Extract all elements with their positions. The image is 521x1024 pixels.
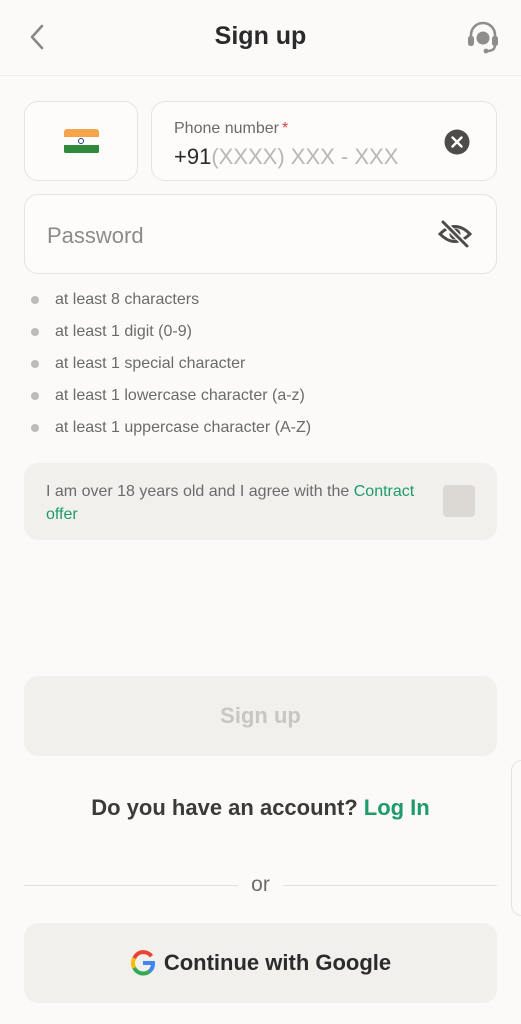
bullet-icon <box>31 424 39 432</box>
or-divider-text: or <box>251 873 270 896</box>
password-field[interactable]: Password <box>24 194 497 274</box>
bullet-icon <box>31 296 39 304</box>
phone-number-input[interactable]: +91(XXXX) XXX - XXX <box>174 144 398 170</box>
account-prompt: Do you have an account? Log In <box>91 795 430 820</box>
agreement-checkbox[interactable] <box>443 485 475 517</box>
bullet-icon <box>31 328 39 336</box>
sign-up-button[interactable]: Sign up <box>24 676 497 756</box>
password-rules-list: at least 8 characters at least 1 digit (… <box>30 284 311 444</box>
bullet-icon <box>31 360 39 368</box>
page-title: Sign up <box>214 22 307 50</box>
password-rule: at least 1 uppercase character (A-Z) <box>30 412 311 444</box>
phone-placeholder: (XXXX) XXX - XXX <box>211 144 399 169</box>
headset-support-icon <box>468 21 498 54</box>
clear-circle-icon <box>444 129 470 155</box>
password-rule: at least 8 characters <box>30 284 311 316</box>
toggle-password-visibility-button[interactable] <box>437 219 473 249</box>
top-bar: Sign up <box>0 0 521 76</box>
required-mark: * <box>281 120 289 137</box>
password-rule: at least 1 special character <box>30 348 311 380</box>
divider-right <box>283 885 497 886</box>
password-rule: at least 1 lowercase character (a-z) <box>30 380 311 412</box>
support-button[interactable] <box>465 20 501 56</box>
country-selector[interactable] <box>24 101 138 181</box>
password-input[interactable]: Password <box>47 223 144 249</box>
phone-number-field[interactable]: Phone number * +91(XXXX) XXX - XXX <box>151 101 497 181</box>
divider-left <box>24 885 238 886</box>
eye-off-icon <box>437 219 473 249</box>
phone-prefix: +91 <box>174 144 212 169</box>
clear-phone-button[interactable] <box>444 129 470 155</box>
india-flag-icon <box>63 128 99 154</box>
password-rule: at least 1 digit (0-9) <box>30 316 311 348</box>
phone-number-label: Phone number * <box>174 120 289 137</box>
agreement-text: I am over 18 years old and I agree with … <box>46 483 415 523</box>
age-agreement-panel: I am over 18 years old and I agree with … <box>24 463 497 540</box>
bullet-icon <box>31 392 39 400</box>
google-icon <box>130 950 155 976</box>
continue-with-google-button[interactable]: Continue with Google <box>24 923 497 1003</box>
log-in-link[interactable]: Log In <box>364 795 430 820</box>
edge-panel-handle[interactable] <box>511 760 521 916</box>
